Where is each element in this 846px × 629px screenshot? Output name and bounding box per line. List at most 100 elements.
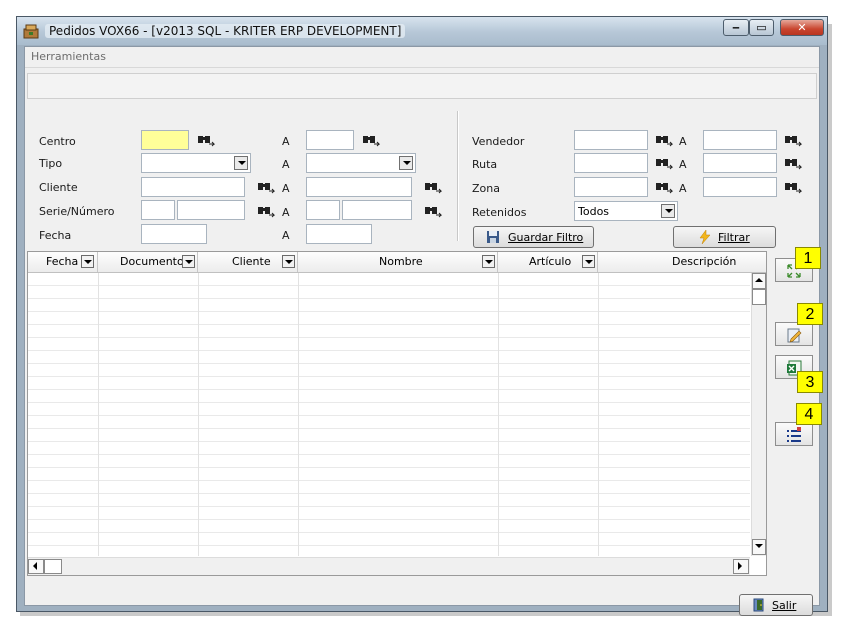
save-filter-button[interactable]: Guardar Filtro <box>473 226 594 248</box>
lightning-icon <box>699 230 711 244</box>
chevron-down-icon[interactable] <box>482 255 495 268</box>
ruta-from-input[interactable] <box>574 153 648 173</box>
ruta-range-sep: A <box>679 158 687 171</box>
col-fecha-label: Fecha <box>46 255 79 268</box>
app-icon <box>23 24 39 39</box>
scroll-thumb[interactable] <box>752 289 766 305</box>
edit-document-icon <box>787 328 802 343</box>
chevron-down-icon[interactable] <box>661 204 675 218</box>
minimize-icon: ‒ <box>732 21 740 34</box>
centro-to-search-icon[interactable] <box>362 133 380 147</box>
centro-from-search-icon[interactable] <box>197 133 215 147</box>
vendedor-from-search-icon[interactable] <box>655 133 673 147</box>
minimize-button[interactable]: ‒ <box>723 19 749 36</box>
edit-button[interactable] <box>775 322 813 346</box>
ruta-label: Ruta <box>472 158 498 171</box>
zona-from-input[interactable] <box>574 177 648 197</box>
col-nombre-label: Nombre <box>379 255 423 268</box>
vendedor-to-input[interactable] <box>703 130 777 150</box>
tipo-label: Tipo <box>39 157 63 170</box>
serie-from-input[interactable] <box>141 200 175 220</box>
title-bar[interactable]: Pedidos VOX66 - [v2013 SQL - KRITER ERP … <box>17 17 827 45</box>
chevron-down-icon[interactable] <box>182 255 195 268</box>
centro-to-input[interactable] <box>306 130 354 150</box>
exit-label: Salir <box>772 599 797 612</box>
retenidos-select[interactable]: Todos <box>574 201 678 221</box>
tipo-to-select[interactable] <box>306 153 416 173</box>
grid-header: Fecha Documento Cliente Nombre Artículo <box>28 252 766 273</box>
list-settings-icon <box>787 427 801 442</box>
vertical-scrollbar[interactable] <box>751 273 766 556</box>
scroll-down-button[interactable] <box>752 539 766 555</box>
client-area: Herramientas Centro A Tipo A Cliente A S… <box>24 46 823 616</box>
col-fecha[interactable]: Fecha <box>28 252 98 272</box>
filter-button[interactable]: Filtrar <box>673 226 776 248</box>
callout-3: 3 <box>797 371 823 393</box>
vendedor-from-input[interactable] <box>574 130 648 150</box>
col-nombre[interactable]: Nombre <box>298 252 498 272</box>
hscroll-thumb[interactable] <box>44 559 62 574</box>
chevron-down-icon[interactable] <box>399 156 413 170</box>
columns-config-button[interactable] <box>775 422 813 446</box>
zona-to-input[interactable] <box>703 177 777 197</box>
filter-label: Filtrar <box>718 231 750 244</box>
fecha-to-input[interactable] <box>306 224 372 244</box>
chevron-down-icon <box>755 544 763 548</box>
chevron-up-icon <box>755 278 763 282</box>
exit-door-icon <box>753 598 764 612</box>
col-articulo[interactable]: Artículo <box>498 252 598 272</box>
vendedor-range-sep: A <box>679 135 687 148</box>
chevron-down-icon[interactable] <box>282 255 295 268</box>
numero-to-input[interactable] <box>342 200 412 220</box>
cliente-from-input[interactable] <box>141 177 245 197</box>
close-button[interactable]: ✕ <box>780 19 824 36</box>
maximize-button[interactable]: ▭ <box>749 19 774 36</box>
centro-from-input[interactable] <box>141 130 189 150</box>
menu-bar: Herramientas <box>25 47 819 68</box>
ruta-to-input[interactable] <box>703 153 777 173</box>
serie-to-input[interactable] <box>306 200 340 220</box>
col-cliente-label: Cliente <box>232 255 271 268</box>
callout-1: 1 <box>795 247 821 269</box>
floppy-disk-icon <box>487 231 499 243</box>
cliente-to-search-icon[interactable] <box>424 180 442 194</box>
ruta-from-search-icon[interactable] <box>655 156 673 170</box>
fecha-from-input[interactable] <box>141 224 207 244</box>
serie-to-search-icon[interactable] <box>424 204 442 218</box>
menu-herramientas[interactable]: Herramientas <box>31 50 106 63</box>
col-divider <box>498 273 499 556</box>
numero-from-input[interactable] <box>177 200 245 220</box>
orders-grid[interactable]: Fecha Documento Cliente Nombre Artículo <box>27 251 767 576</box>
fecha-label: Fecha <box>39 229 72 242</box>
tipo-from-select[interactable] <box>141 153 251 173</box>
grid-body[interactable] <box>28 273 750 556</box>
cliente-to-input[interactable] <box>306 177 412 197</box>
scroll-right-button[interactable] <box>733 559 749 574</box>
horizontal-scrollbar[interactable] <box>28 557 750 575</box>
close-icon: ✕ <box>797 21 807 34</box>
zona-label: Zona <box>472 182 500 195</box>
exit-button[interactable]: Salir <box>739 594 813 616</box>
zona-from-search-icon[interactable] <box>655 180 673 194</box>
chevron-down-icon[interactable] <box>582 255 595 268</box>
scroll-left-button[interactable] <box>28 559 44 574</box>
chevron-left-icon <box>33 562 37 570</box>
chevron-down-icon[interactable] <box>81 255 94 268</box>
col-documento[interactable]: Documento <box>98 252 198 272</box>
vendedor-label: Vendedor <box>472 135 525 148</box>
vendedor-to-search-icon[interactable] <box>784 133 802 147</box>
col-articulo-label: Artículo <box>529 255 572 268</box>
scroll-up-button[interactable] <box>752 273 766 289</box>
chevron-down-icon[interactable] <box>234 156 248 170</box>
serie-from-search-icon[interactable] <box>257 204 275 218</box>
ruta-to-search-icon[interactable] <box>784 156 802 170</box>
col-cliente[interactable]: Cliente <box>198 252 298 272</box>
tipo-range-sep: A <box>282 158 290 171</box>
cliente-from-search-icon[interactable] <box>257 180 275 194</box>
col-descripcion[interactable]: Descripción <box>598 252 766 272</box>
window-title: Pedidos VOX66 - [v2013 SQL - KRITER ERP … <box>45 24 406 38</box>
serie-label: Serie/Número <box>39 205 115 218</box>
zona-to-search-icon[interactable] <box>784 180 802 194</box>
retenidos-label: Retenidos <box>472 206 527 219</box>
chevron-right-icon <box>738 562 742 570</box>
